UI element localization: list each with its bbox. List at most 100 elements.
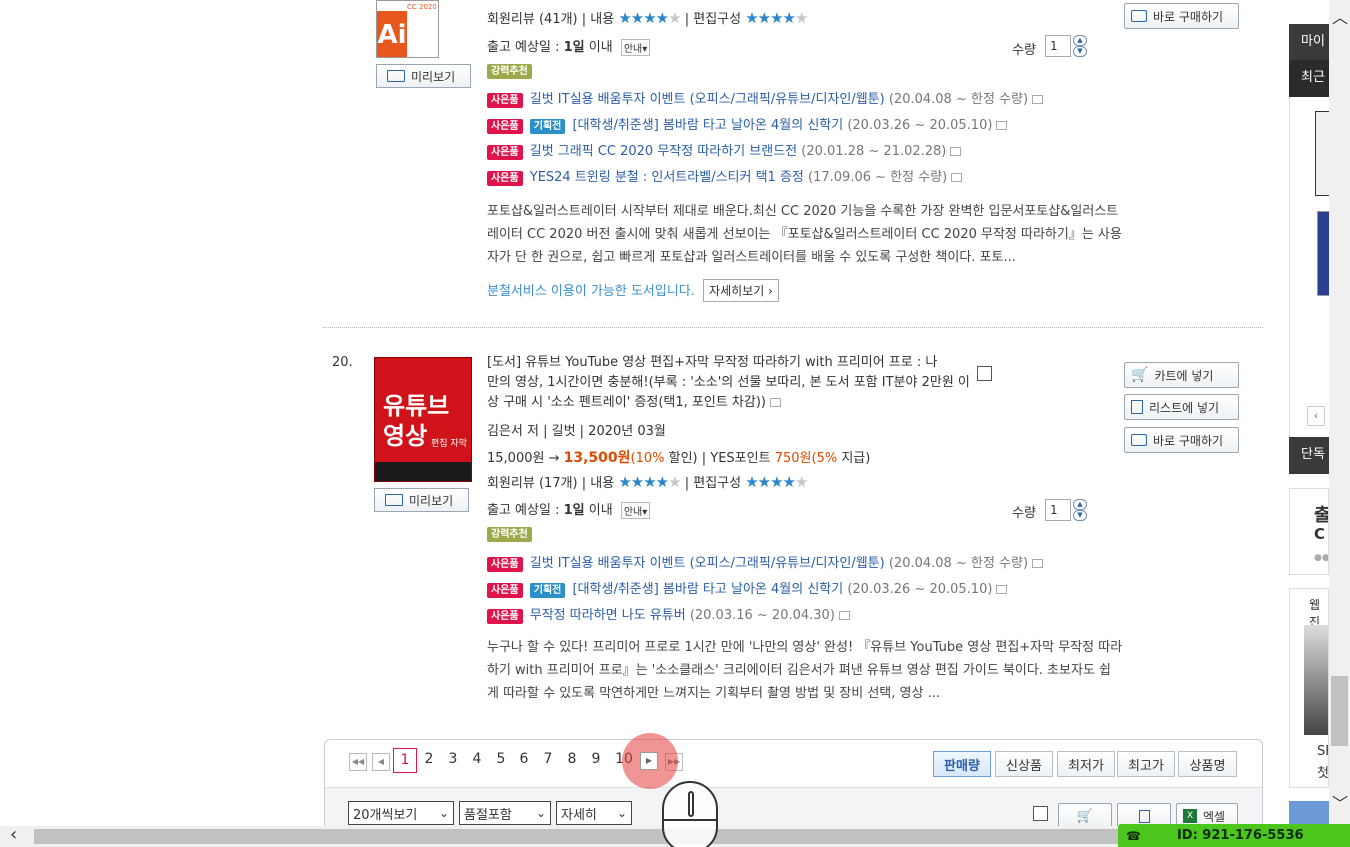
page-9[interactable]: 9 <box>586 751 606 767</box>
down-icon[interactable]: ▼ <box>1073 510 1087 521</box>
side-webzine-box[interactable]: 웹진 SF 첫 <box>1289 588 1329 788</box>
gift-period: (17.09.06 ~ 한정 수량) <box>808 170 948 185</box>
exclusive-tab[interactable]: 단독 <box>1289 437 1329 474</box>
popup-icon[interactable] <box>769 398 781 407</box>
gift-row[interactable]: 사은품 무작정 따라하면 나도 유튜버 (20.03.16 ~ 20.04.30… <box>487 604 850 624</box>
page-6[interactable]: 6 <box>514 751 534 767</box>
recent-book-thumb[interactable] <box>1315 111 1330 196</box>
split-service-text: 분철서비스 이용이 가능한 도서입니다. <box>487 284 695 299</box>
sort-new-button[interactable]: 신상품 <box>995 751 1053 777</box>
page-3[interactable]: 3 <box>443 751 463 767</box>
book-cover-19[interactable]: Ai CC 2020 <box>376 0 439 58</box>
chevron-down-icon: ⌄ <box>438 806 449 820</box>
ship-within: 이내 <box>588 40 613 55</box>
ship-guide-button[interactable]: 안내▾ <box>620 39 651 56</box>
gift-row[interactable]: 사은품 길벗 그래픽 CC 2020 무작정 따라하기 브랜드전 (20.01.… <box>487 140 962 160</box>
book-title-link[interactable]: [도서] 유튜브 YouTube 영상 편집+자막 무작정 따라하기 with … <box>487 353 1097 413</box>
scroll-up-icon[interactable]: ︿ <box>1332 4 1348 28</box>
arrow-box-icon <box>1131 10 1147 22</box>
per-page-select[interactable]: 20개씩보기 ⌄ <box>348 801 454 825</box>
list-icon <box>1131 400 1143 414</box>
sale-price: 13,500원 <box>563 450 631 466</box>
buy-now-button[interactable]: 바로 구매하기 <box>1124 427 1239 453</box>
gift-link[interactable]: 길벗 IT실용 배움투자 이벤트 (오피스/그래픽/유튜브/디자인/웹툰) <box>530 92 885 107</box>
gift-row[interactable]: 사은품 길벗 IT실용 배움투자 이벤트 (오피스/그래픽/유튜브/디자인/웹툰… <box>487 88 1044 108</box>
side-promo-box[interactable]: 출 C ●● <box>1289 488 1329 575</box>
popup-icon[interactable] <box>1032 95 1044 104</box>
gift-link[interactable]: 길벗 그래픽 CC 2020 무작정 따라하기 브랜드전 <box>530 144 797 159</box>
page-8[interactable]: 8 <box>562 751 582 767</box>
scroll-left-icon[interactable]: ‹ <box>10 824 17 845</box>
compare-checkbox[interactable] <box>977 366 992 381</box>
popup-icon[interactable] <box>951 173 963 182</box>
qty-stepper[interactable]: ▲ ▼ <box>1073 35 1087 57</box>
chevron-left-icon[interactable]: ‹ <box>1307 406 1325 426</box>
gift-link[interactable]: 무작정 따라하면 나도 유튜버 <box>530 608 686 623</box>
page-5[interactable]: 5 <box>491 751 511 767</box>
qty-stepper[interactable]: ▲ ▼ <box>1073 499 1087 521</box>
gift-badge: 사은품 <box>487 119 523 134</box>
preview-button[interactable]: 미리보기 <box>376 64 471 88</box>
ship-label: 출고 예상일 : <box>487 40 560 55</box>
book-cover-20[interactable]: 유튜브 영상 편집 자막 <box>374 357 472 482</box>
next-page-icon[interactable]: ▶ <box>640 752 658 770</box>
review-count: 회원리뷰 (17개) | 내용 <box>487 476 615 491</box>
page-1[interactable]: 1 <box>393 748 417 773</box>
review-count: 회원리뷰 (41개) | 내용 <box>487 12 615 27</box>
soldout-select[interactable]: 품절포함 ⌄ <box>459 801 551 825</box>
gift-link[interactable]: [대학생/취준생] 봄바람 타고 날아온 4월의 신학기 <box>573 582 844 597</box>
page-4[interactable]: 4 <box>467 751 487 767</box>
qty-input[interactable]: 1 <box>1045 35 1071 57</box>
popup-icon[interactable] <box>838 611 850 620</box>
gift-row[interactable]: 사은품 YES24 트윈링 분철 : 인서트라벨/스티커 택1 증정 (17.0… <box>487 166 963 186</box>
gift-link[interactable]: 길벗 IT실용 배움투자 이벤트 (오피스/그래픽/유튜브/디자인/웹툰) <box>530 556 885 571</box>
event-badge: 기획전 <box>529 583 566 598</box>
gift-badge: 사은품 <box>487 145 523 160</box>
scroll-thumb[interactable] <box>1331 676 1348 746</box>
ship-label: 출고 예상일 : <box>487 503 560 518</box>
detail-button[interactable]: 자세히보기 › <box>703 279 779 302</box>
first-page-icon[interactable]: ◀◀ <box>349 753 367 771</box>
phone-icon: ☎ <box>1126 828 1141 843</box>
gift-link[interactable]: YES24 트윈링 분철 : 인서트라벨/스티커 택1 증정 <box>530 170 804 185</box>
gift-row[interactable]: 사은품 기획전 [대학생/취준생] 봄바람 타고 날아온 4월의 신학기 (20… <box>487 578 1008 598</box>
horizontal-scroll-thumb[interactable] <box>34 829 1134 844</box>
gift-row[interactable]: 사은품 길벗 IT실용 배움투자 이벤트 (오피스/그래픽/유튜브/디자인/웹툰… <box>487 552 1044 572</box>
preview-label: 미리보기 <box>411 69 456 84</box>
scroll-down-icon[interactable]: ﹀ <box>1332 790 1348 814</box>
book-description: 누구나 할 수 있다! 프리미어 프로로 1시간 만에 '나만의 영상' 완성!… <box>487 640 1123 701</box>
ship-guide-button[interactable]: 안내▾ <box>620 502 651 519</box>
gift-row[interactable]: 사은품 기획전 [대학생/취준생] 봄바람 타고 날아온 4월의 신학기 (20… <box>487 114 1008 134</box>
preview-button[interactable]: 미리보기 <box>374 488 469 512</box>
vertical-scrollbar[interactable]: ︿ ﹀ <box>1329 0 1350 826</box>
recent-view-tab[interactable]: 최근 <box>1289 60 1329 97</box>
gift-period: (20.04.08 ~ 한정 수량) <box>888 92 1029 107</box>
buy-now-button[interactable]: 바로 구매하기 <box>1124 3 1239 29</box>
sort-name-button[interactable]: 상품명 <box>1178 751 1237 777</box>
chevron-down-icon: ⌄ <box>535 806 546 820</box>
down-icon[interactable]: ▼ <box>1073 46 1087 57</box>
select-all-checkbox[interactable] <box>1033 806 1048 821</box>
page-7[interactable]: 7 <box>538 751 558 767</box>
add-to-cart-button[interactable]: 🛒 카트에 넣기 <box>1124 362 1239 388</box>
popup-icon[interactable] <box>1032 559 1044 568</box>
my-menu-tab[interactable]: 마이 <box>1289 24 1329 60</box>
sort-lowest-price-button[interactable]: 최저가 <box>1057 751 1115 777</box>
remote-id-text: ID: 921-176-5536 <box>1176 828 1304 843</box>
sort-highest-price-button[interactable]: 최고가 <box>1117 751 1175 777</box>
add-to-list-button[interactable]: 리스트에 넣기 <box>1124 394 1239 420</box>
up-icon[interactable]: ▲ <box>1073 35 1087 46</box>
rating-stars-edit: ★★★★★ <box>745 473 808 491</box>
edit-label: | 편집구성 <box>684 12 742 27</box>
qty-input[interactable]: 1 <box>1045 499 1071 521</box>
up-icon[interactable]: ▲ <box>1073 499 1087 510</box>
prev-page-icon[interactable]: ◀ <box>372 753 390 771</box>
sort-sales-button[interactable]: 판매량 <box>933 751 991 777</box>
list-icon <box>1138 809 1150 823</box>
view-mode-select[interactable]: 자세히 ⌄ <box>556 801 632 825</box>
popup-icon[interactable] <box>996 585 1008 594</box>
page-2[interactable]: 2 <box>419 751 439 767</box>
gift-link[interactable]: [대학생/취준생] 봄바람 타고 날아온 4월의 신학기 <box>573 118 844 133</box>
popup-icon[interactable] <box>950 147 962 156</box>
popup-icon[interactable] <box>996 121 1008 130</box>
